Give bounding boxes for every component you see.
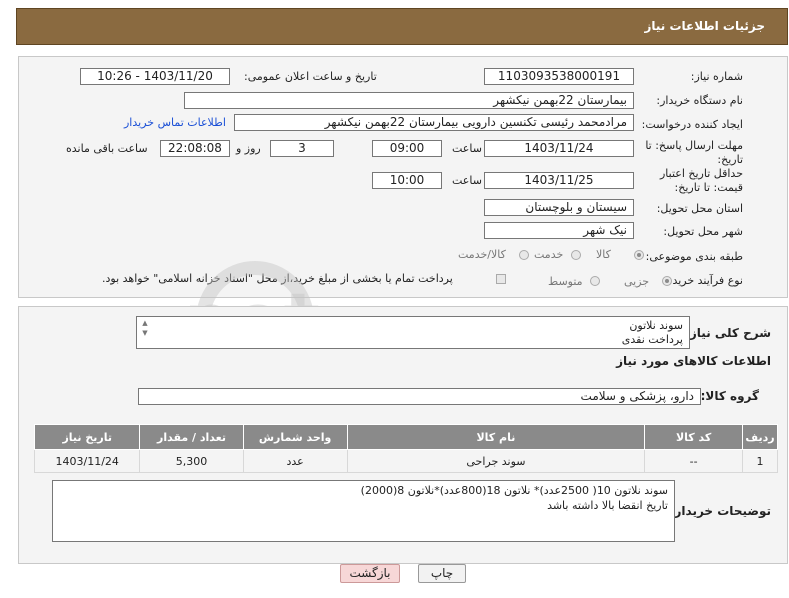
days-field[interactable]: 3 — [270, 140, 334, 157]
col-row-number: ردیف — [742, 424, 778, 450]
goods-table: ردیف کد کالا نام کالا واحد شمارش تعداد /… — [33, 424, 778, 473]
reply-deadline-label: مهلت ارسال پاسخ: تا تاریخ: — [645, 139, 743, 166]
cell-goods-code: -- — [644, 449, 744, 473]
reply-time-field[interactable]: 09:00 — [372, 140, 442, 157]
province-label: استان محل تحویل: — [656, 202, 743, 215]
cell-quantity: 5,300 — [139, 449, 244, 473]
summary-textarea[interactable]: سوند نلاتون پرداخت نقدی — [136, 316, 690, 349]
price-validity-label: حداقل تاریخ اعتبار قیمت: تا تاریخ: — [659, 167, 743, 194]
reply-time-label: ساعت — [452, 142, 482, 155]
city-field[interactable]: نیک شهر — [484, 222, 634, 239]
table-row[interactable]: 1 -- سوند جراحی عدد 5,300 1403/11/24 — [33, 449, 778, 473]
city-label: شهر محل تحویل: — [663, 225, 743, 238]
textarea-scroll-icon[interactable]: ▲ ▼ — [141, 318, 149, 346]
announce-field[interactable]: 1403/11/20 - 10:26 — [80, 68, 230, 85]
price-time-label: ساعت — [452, 174, 482, 187]
print-button[interactable]: چاپ — [418, 564, 466, 583]
remaining-time-field[interactable]: 22:08:08 — [160, 140, 230, 157]
day-and-label: روز و — [236, 142, 261, 155]
cell-need-date: 1403/11/24 — [33, 449, 141, 473]
group-field[interactable]: دارو، پزشکی و سلامت — [138, 388, 701, 405]
group-label: گروه کالا: — [700, 389, 759, 403]
col-quantity: تعداد / مقدار — [139, 424, 244, 450]
col-need-date: تاریخ نیاز — [33, 424, 141, 450]
cell-row-number: 1 — [742, 449, 778, 473]
back-button[interactable]: بازگشت — [340, 564, 400, 583]
col-unit: واحد شمارش — [242, 424, 348, 450]
need-number-label: شماره نیاز: — [690, 70, 743, 83]
col-goods-name: نام کالا — [346, 424, 646, 450]
province-field[interactable]: سیستان و بلوچستان — [484, 199, 634, 216]
summary-line: پرداخت نقدی — [621, 333, 683, 346]
col-goods-code: کد کالا — [644, 424, 744, 450]
buyer-org-field[interactable]: بیمارستان 22بهمن نیکشهر — [184, 92, 634, 109]
summary-label: شرح کلی نیاز: — [685, 326, 771, 340]
price-time-field[interactable]: 10:00 — [372, 172, 442, 189]
creator-field[interactable]: مرادمحمد رئیسی تکنسین دارویی بیمارستان 2… — [234, 114, 634, 131]
page-title: جزئیات اطلاعات نیاز — [644, 19, 765, 33]
table-header-row: ردیف کد کالا نام کالا واحد شمارش تعداد /… — [33, 424, 778, 450]
announce-label: تاریخ و ساعت اعلان عمومی: — [244, 70, 377, 83]
goods-info-title: اطلاعات کالاهای مورد نیاز — [616, 354, 771, 368]
price-date-field[interactable]: 1403/11/25 — [484, 172, 634, 189]
cell-goods-name: سوند جراحی — [346, 449, 646, 473]
page-header: جزئیات اطلاعات نیاز — [16, 8, 788, 45]
buyer-notes-textarea[interactable]: سوند نلاتون 10( 2500عدد)* نلاتون 18(800ع… — [52, 480, 675, 542]
buyer-notes-label: توضیحات خریدار: — [669, 504, 771, 518]
creator-label: ایجاد کننده درخواست: — [641, 118, 743, 131]
buyer-org-label: نام دستگاه خریدار: — [656, 94, 743, 107]
reply-date-field[interactable]: 1403/11/24 — [484, 140, 634, 157]
buyer-notes-line: تاریخ انقضا بالا داشته باشد — [547, 499, 668, 512]
contact-buyer-link[interactable]: اطلاعات تماس خریدار — [124, 116, 226, 129]
need-number-field[interactable]: 1103093538000191 — [484, 68, 634, 85]
remaining-label: ساعت باقی مانده — [66, 142, 148, 155]
summary-line: سوند نلاتون — [629, 319, 683, 332]
cell-unit: عدد — [242, 449, 348, 473]
buyer-notes-line: سوند نلاتون 10( 2500عدد)* نلاتون 18(800ع… — [360, 484, 668, 497]
